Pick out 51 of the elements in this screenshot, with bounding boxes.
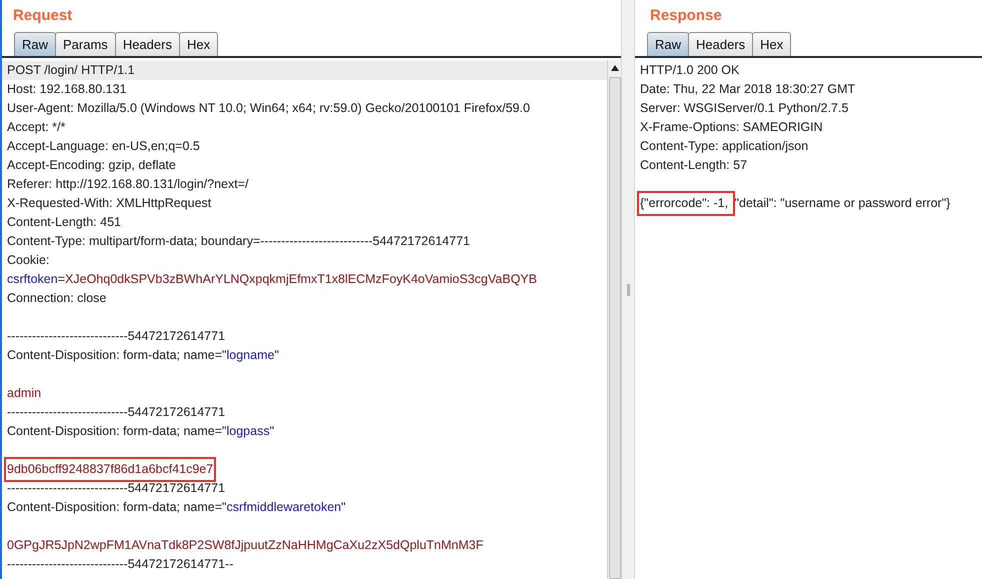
highlight-box: {"errorcode": -1, bbox=[640, 194, 732, 213]
code-text: Content-Type: multipart/form-data; boundary=---------------------------54472172614771 bbox=[7, 233, 470, 250]
tab[interactable]: Params bbox=[55, 32, 116, 56]
code-text: " bbox=[341, 499, 346, 516]
code-text: -----------------------------54472172614771-- bbox=[7, 556, 234, 574]
code-text: POST /login/ HTTP/1.1 bbox=[7, 62, 135, 80]
code-text: Content-Type: application/json bbox=[640, 138, 808, 156]
code-text: "detail": "username or password error"} bbox=[734, 195, 950, 212]
panel-title: Request bbox=[12, 6, 74, 26]
code-text: Accept-Encoding: gzip, deflate bbox=[7, 157, 176, 174]
parameter-value: XJeOhq0dkSPVb3zBWhArYLNQxpqkmjEfmxT1x8lECMzFoyK4oVamioS3cgVaBQYB bbox=[65, 271, 537, 288]
code-text: User-Agent: Mozilla/5.0 (Windows NT 10.0; Win64; x64; rv:59.0) Gecko/20100101 Firefox/59.0 bbox=[7, 100, 530, 118]
code-text: -----------------------------54472172614771 bbox=[7, 328, 226, 346]
code-text: Host: 192.168.80.131 bbox=[7, 81, 127, 98]
code-text: Content-Length: 451 bbox=[7, 214, 121, 232]
code-text: Referer: http://192.168.80.131/login/?next=/ bbox=[7, 176, 248, 194]
code-text: -----------------------------54472172614771 bbox=[7, 480, 226, 498]
code-text: Accept-Language: en-US,en;q=0.5 bbox=[7, 138, 200, 156]
code-text: Date: Thu, 22 Mar 2018 18:30:27 GMT bbox=[640, 81, 856, 98]
parameter-name: logpass bbox=[226, 423, 270, 440]
code-text: X-Frame-Options: SAMEORIGIN bbox=[640, 119, 823, 136]
code-text: Content-Disposition: form-data; name=" bbox=[7, 423, 226, 440]
tab[interactable]: Hex bbox=[178, 32, 218, 56]
tab[interactable]: Raw bbox=[647, 32, 690, 56]
code-text: Server: WSGIServer/0.1 Python/2.7.5 bbox=[640, 100, 848, 118]
parameter-value: admin bbox=[7, 385, 42, 402]
code-text: " bbox=[270, 423, 274, 440]
tab[interactable]: Headers bbox=[688, 32, 754, 56]
code-text: X-Requested-With: XMLHttpRequest bbox=[7, 195, 212, 212]
code-text: = bbox=[58, 271, 66, 288]
code-text: Connection: close bbox=[7, 290, 106, 308]
code-text: Cookie: bbox=[7, 252, 50, 270]
code-text: HTTP/1.0 200 OK bbox=[640, 62, 740, 80]
panel-title: Response bbox=[649, 6, 723, 26]
scroll-thumb[interactable] bbox=[608, 77, 620, 579]
parameter-name: logname bbox=[226, 347, 274, 364]
code-text: -----------------------------54472172614771 bbox=[7, 404, 226, 422]
tab[interactable]: Hex bbox=[752, 32, 792, 56]
tab[interactable]: Raw bbox=[14, 32, 56, 56]
parameter-name: csrftoken bbox=[7, 271, 58, 288]
highlight-box: 9db06bcff9248837f86d1a6bcf41c9e7 bbox=[7, 460, 214, 479]
code-text: Content-Disposition: form-data; name=" bbox=[7, 347, 226, 364]
code-text: Content-Disposition: form-data; name=" bbox=[7, 499, 226, 516]
code-text: " bbox=[274, 347, 279, 364]
parameter-name: csrfmiddlewaretoken bbox=[226, 499, 342, 516]
code-text: Accept: */* bbox=[7, 119, 66, 136]
tab[interactable]: Headers bbox=[114, 32, 180, 56]
code-text: Content-Length: 57 bbox=[640, 157, 748, 174]
parameter-value: 0GPgJR5JpN2wpFM1AVnaTdk8P2SW8fJjpuutZzNaHHMgCaXu2zX5dQpluTnMnM3F bbox=[7, 537, 484, 554]
scroll-up-icon[interactable] bbox=[610, 65, 618, 71]
scrollbar[interactable] bbox=[607, 60, 621, 579]
